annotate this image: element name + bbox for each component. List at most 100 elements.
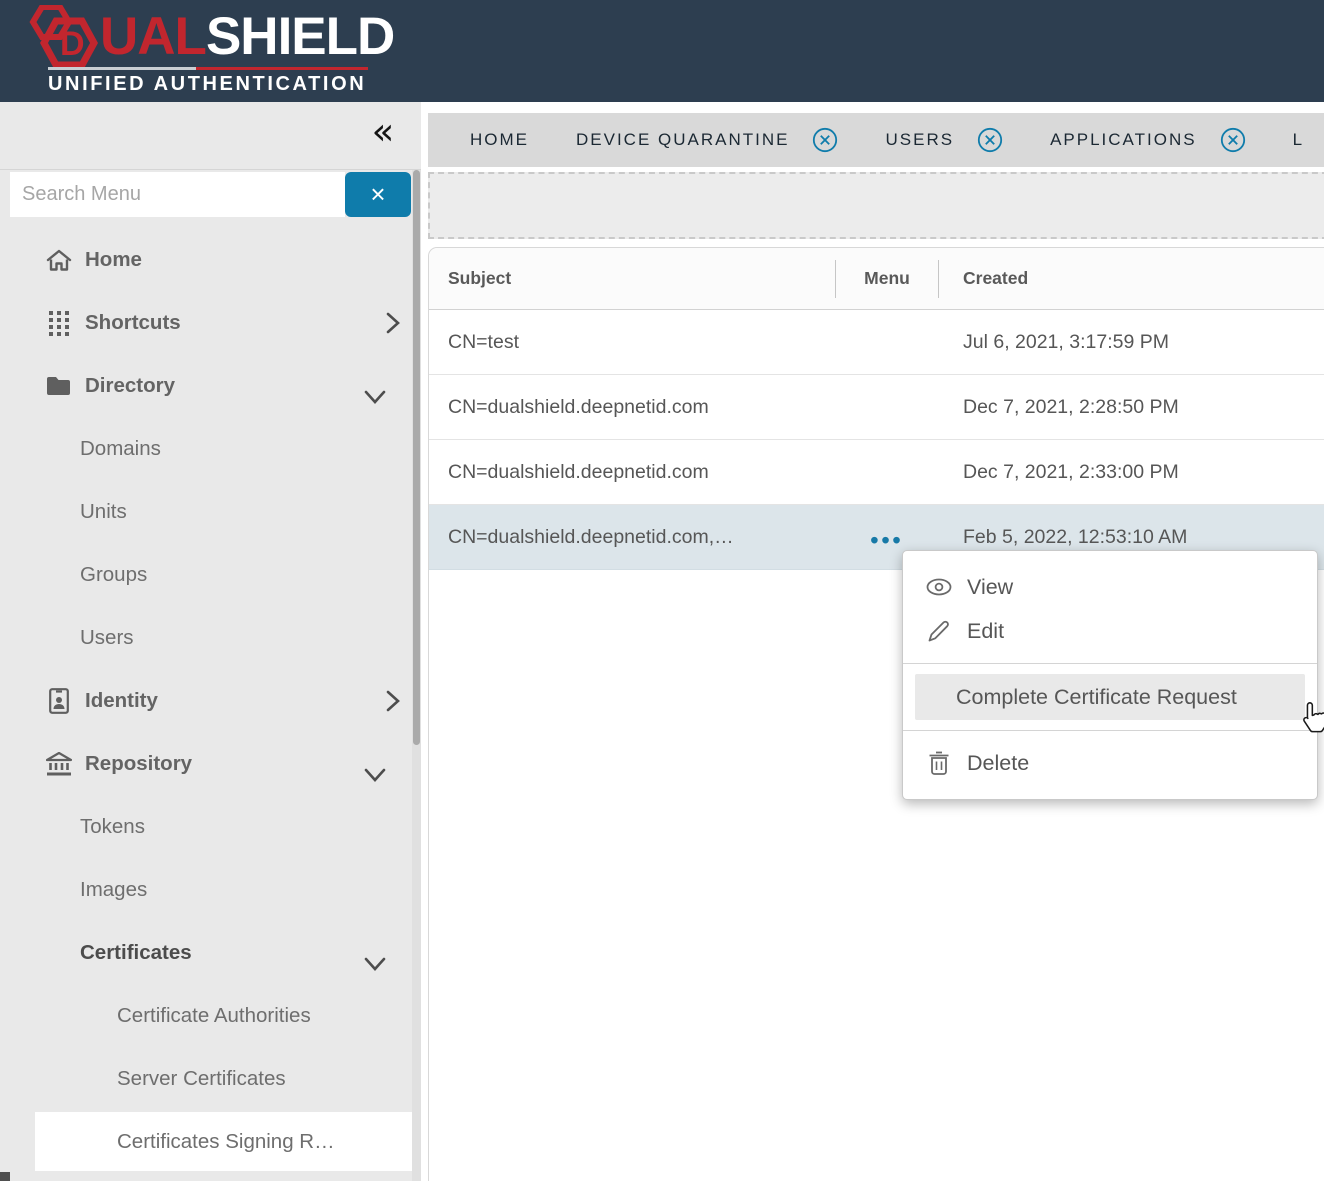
sidebar-item-label: Identity (85, 689, 158, 713)
cell-created: Dec 7, 2021, 2:33:00 PM (939, 461, 1324, 484)
horizontal-scrollbar-thumb[interactable] (0, 1172, 10, 1181)
column-header-menu: Menu (836, 268, 938, 289)
context-menu-item-view[interactable]: View (903, 565, 1317, 609)
sidebar-item-tokens[interactable]: Tokens (0, 795, 412, 858)
close-tab-icon[interactable] (1220, 127, 1246, 153)
sidebar-item-label: Certificates (80, 941, 192, 965)
brand-name-white: SHIELD (206, 10, 394, 63)
cell-created: Dec 7, 2021, 2:28:50 PM (939, 396, 1324, 419)
chevron-down-icon (364, 390, 386, 404)
row-menu-dots-icon[interactable]: ••• (870, 521, 903, 552)
sidebar-item-units[interactable]: Units (0, 480, 412, 543)
tab-label: APPLICATIONS (1050, 130, 1197, 150)
context-menu-item-edit[interactable]: Edit (903, 609, 1317, 653)
chevron-right-icon (386, 312, 400, 334)
toolbar-dropzone (428, 172, 1324, 239)
sidebar-item-label: Directory (85, 374, 175, 398)
sidebar-item-label: Shortcuts (85, 311, 181, 335)
row-context-menu: View Edit Complete Certificate Request D… (902, 550, 1318, 800)
brand-tagline: UNIFIED AUTHENTICATION (48, 73, 394, 96)
sidebar-item-label: Images (80, 878, 147, 902)
column-header-subject[interactable]: Subject (429, 268, 835, 289)
brand-name-red: UAL (100, 10, 206, 63)
sidebar-item-images[interactable]: Images (0, 858, 412, 921)
context-menu-label: Complete Certificate Request (956, 685, 1237, 710)
table-row[interactable]: CN=dualshield.deepnetid.com Dec 7, 2021,… (429, 375, 1324, 440)
sidebar: « × Home Shortcuts (0, 102, 421, 1181)
sidebar-item-label: Certificate Authorities (117, 1004, 311, 1028)
sidebar-item-label: Home (85, 248, 142, 272)
chevron-down-icon (364, 957, 386, 971)
sidebar-item-shortcuts[interactable]: Shortcuts (0, 291, 412, 354)
trash-icon (926, 751, 952, 775)
table-row[interactable]: CN=test Jul 6, 2021, 3:17:59 PM (429, 310, 1324, 375)
home-icon (45, 248, 72, 272)
tab-applications[interactable]: APPLICATIONS (1050, 127, 1246, 153)
dualshield-logo: D UALSHIELD UNIFIED AUTHENTICATION (20, 6, 394, 96)
close-tab-icon[interactable] (812, 127, 838, 153)
cell-created: Jul 6, 2021, 3:17:59 PM (939, 331, 1324, 354)
sidebar-item-label: Tokens (80, 815, 145, 839)
table-row[interactable]: CN=dualshield.deepnetid.com Dec 7, 2021,… (429, 440, 1324, 505)
chevron-double-left-icon: « (372, 110, 395, 153)
sidebar-item-label: Certificates Signing R… (117, 1130, 335, 1154)
shield-hexagon-logo-icon: D (20, 5, 98, 67)
search-menu-input[interactable] (10, 172, 345, 217)
chevron-down-icon (364, 768, 386, 782)
context-menu-item-complete-certificate-request[interactable]: Complete Certificate Request (915, 674, 1305, 720)
sidebar-menu: Home Shortcuts Directory (0, 228, 412, 1173)
cell-subject: CN=test (429, 331, 835, 354)
sidebar-scrollbar[interactable] (412, 170, 421, 1181)
id-card-icon (45, 688, 72, 714)
sidebar-item-users[interactable]: Users (0, 606, 412, 669)
sidebar-item-identity[interactable]: Identity (0, 669, 412, 732)
sidebar-item-directory[interactable]: Directory (0, 354, 412, 417)
sidebar-item-server-certificates[interactable]: Server Certificates (0, 1047, 412, 1110)
close-icon: × (370, 179, 385, 210)
tab-truncated[interactable]: L (1293, 130, 1304, 150)
folder-icon (45, 376, 72, 396)
tab-device-quarantine[interactable]: DEVICE QUARANTINE (576, 127, 838, 153)
context-menu-label: Delete (967, 751, 1029, 776)
tab-label: DEVICE QUARANTINE (576, 130, 789, 150)
column-header-created[interactable]: Created (939, 268, 1324, 289)
cell-menu: ••• (836, 521, 938, 554)
tab-label: L (1293, 130, 1304, 150)
sidebar-item-label: Server Certificates (117, 1067, 286, 1091)
context-menu-item-delete[interactable]: Delete (903, 741, 1317, 785)
sidebar-item-repository[interactable]: Repository (0, 732, 412, 795)
tab-label: USERS (885, 130, 954, 150)
tab-home[interactable]: HOME (470, 130, 529, 150)
sidebar-item-label: Domains (80, 437, 161, 461)
cell-subject: CN=dualshield.deepnetid.com (429, 396, 835, 419)
tab-bar: HOME DEVICE QUARANTINE USERS APPLICATION… (428, 113, 1324, 167)
collapse-sidebar-button[interactable]: « (365, 110, 401, 154)
sidebar-item-label: Groups (80, 563, 147, 587)
sidebar-item-domains[interactable]: Domains (0, 417, 412, 480)
sidebar-item-label: Users (80, 626, 134, 650)
cell-subject: CN=dualshield.deepnetid.com (429, 461, 835, 484)
menu-divider (903, 663, 1317, 664)
sidebar-item-certificate-authorities[interactable]: Certificate Authorities (0, 984, 412, 1047)
search-clear-button[interactable]: × (345, 172, 411, 217)
context-menu-label: Edit (967, 619, 1004, 644)
chevron-right-icon (386, 690, 400, 712)
sidebar-item-home[interactable]: Home (0, 228, 412, 291)
scrollbar-thumb[interactable] (413, 170, 420, 745)
pencil-icon (926, 619, 952, 643)
tab-users[interactable]: USERS (885, 127, 1003, 153)
cell-created: Feb 5, 2022, 12:53:10 AM (939, 526, 1324, 549)
sidebar-item-groups[interactable]: Groups (0, 543, 412, 606)
svg-text:D: D (60, 25, 85, 63)
context-menu-label: View (967, 575, 1013, 600)
logo-underline (48, 67, 368, 70)
sidebar-item-certificates[interactable]: Certificates (0, 921, 412, 984)
table-header-row: Subject Menu Created (429, 248, 1324, 310)
sidebar-item-label: Repository (85, 752, 192, 776)
cursor-pointer-icon (1298, 700, 1324, 736)
menu-divider (903, 730, 1317, 731)
tab-label: HOME (470, 130, 529, 150)
close-tab-icon[interactable] (977, 127, 1003, 153)
sidebar-item-label: Units (80, 500, 127, 524)
sidebar-item-certificates-signing-requests[interactable]: Certificates Signing R… (35, 1112, 412, 1171)
